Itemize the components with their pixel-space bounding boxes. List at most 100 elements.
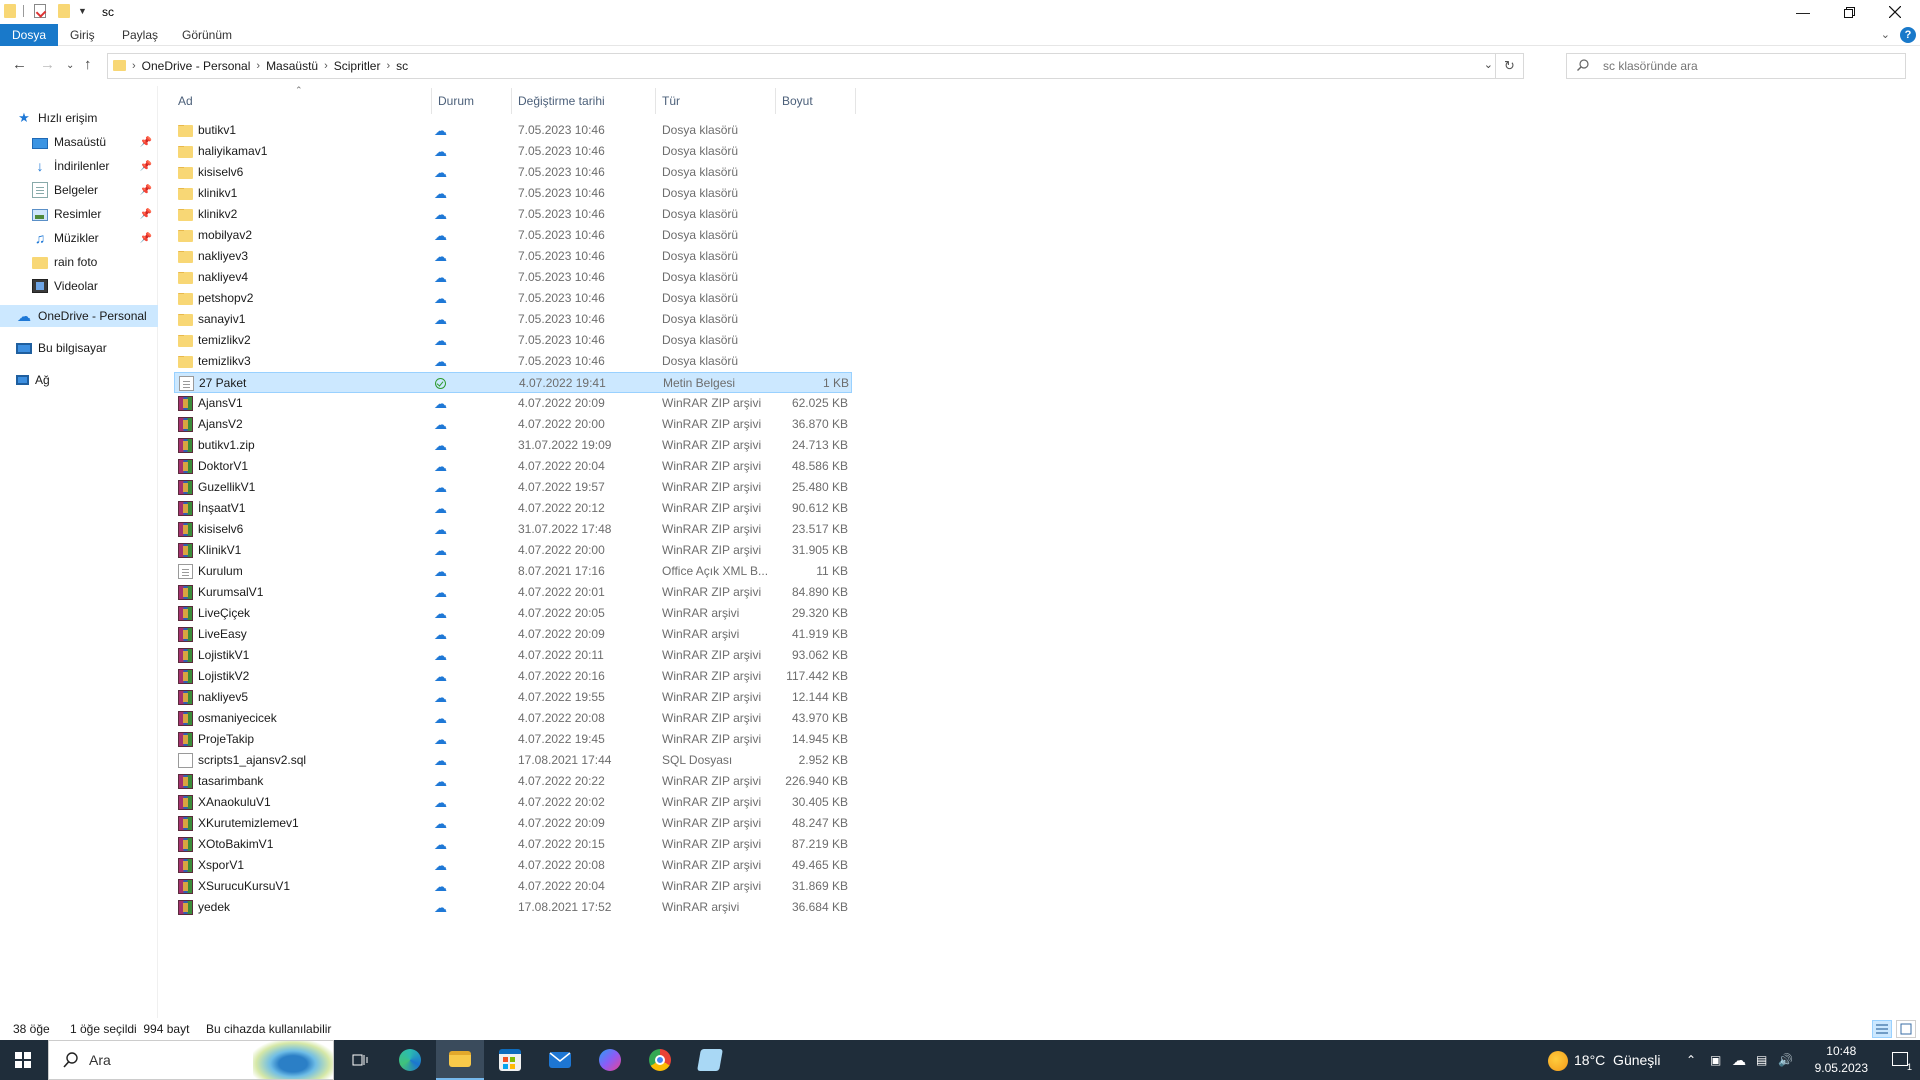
sidebar-item-pictures[interactable]: Resimler 📌 bbox=[0, 203, 158, 225]
weather-widget[interactable]: 18°C Güneşli bbox=[1548, 1040, 1661, 1080]
file-name[interactable]: nakliyev5 bbox=[198, 687, 428, 708]
sidebar-item-documents[interactable]: Belgeler 📌 bbox=[0, 179, 158, 201]
new-folder-icon[interactable] bbox=[58, 4, 70, 18]
file-name[interactable]: temizlikv2 bbox=[198, 330, 428, 351]
sidebar-item-this-pc[interactable]: Bu bilgisayar bbox=[0, 337, 158, 359]
table-row[interactable]: mobilyav2 ☁ 7.05.2023 10:46 Dosya klasörü bbox=[174, 225, 852, 246]
file-name[interactable]: LojistikV1 bbox=[198, 645, 428, 666]
up-button[interactable]: ↑ bbox=[84, 56, 92, 73]
file-name[interactable]: LojistikV2 bbox=[198, 666, 428, 687]
chrome-button[interactable] bbox=[636, 1040, 684, 1080]
file-name[interactable]: kisiselv6 bbox=[198, 519, 428, 540]
file-name[interactable]: XAnaokuluV1 bbox=[198, 792, 428, 813]
table-row[interactable]: AjansV1 ☁ 4.07.2022 20:09 WinRAR ZIP arşivi… bbox=[174, 393, 852, 414]
file-name[interactable]: haliyikamav1 bbox=[198, 141, 428, 162]
details-view-button[interactable] bbox=[1872, 1020, 1892, 1038]
customize-toolbar-chevron-icon[interactable]: ▼ bbox=[78, 6, 87, 16]
close-button[interactable] bbox=[1872, 0, 1918, 24]
sidebar-item-videos[interactable]: Videolar bbox=[0, 275, 158, 297]
file-name[interactable]: scripts1_ajansv2.sql bbox=[198, 750, 428, 771]
table-row[interactable]: klinikv2 ☁ 7.05.2023 10:46 Dosya klasörü bbox=[174, 204, 852, 225]
file-name[interactable]: ProjeTakip bbox=[198, 729, 428, 750]
restore-button[interactable] bbox=[1826, 0, 1872, 24]
file-explorer-button[interactable] bbox=[436, 1040, 484, 1080]
file-name[interactable]: 27 Paket bbox=[199, 373, 429, 394]
sidebar-item-music[interactable]: ♫ Müzikler 📌 bbox=[0, 227, 158, 249]
table-row[interactable]: yedek ☁ 17.08.2021 17:52 WinRAR arşivi 36.68… bbox=[174, 897, 852, 918]
pin-icon[interactable]: 📌 bbox=[140, 137, 152, 148]
table-row[interactable]: nakliyev5 ☁ 4.07.2022 19:55 WinRAR ZIP arşi… bbox=[174, 687, 852, 708]
sidebar-item-quick-access[interactable]: ★ Hızlı erişim bbox=[0, 107, 158, 129]
search-box[interactable] bbox=[1566, 53, 1906, 79]
file-name[interactable]: XsporV1 bbox=[198, 855, 428, 876]
copilot-button[interactable] bbox=[586, 1040, 634, 1080]
taskbar-search[interactable]: Ara bbox=[48, 1040, 334, 1080]
file-name[interactable]: AjansV1 bbox=[198, 393, 428, 414]
table-row[interactable]: XSurucuKursuV1 ☁ 4.07.2022 20:04 WinRAR ZIP… bbox=[174, 876, 852, 897]
table-row[interactable]: İnşaatV1 ☁ 4.07.2022 20:12 WinRAR ZIP arşiv… bbox=[174, 498, 852, 519]
table-row[interactable]: haliyikamav1 ☁ 7.05.2023 10:46 Dosya klasör… bbox=[174, 141, 852, 162]
file-name[interactable]: sanayiv1 bbox=[198, 309, 428, 330]
table-row[interactable]: XOtoBakimV1 ☁ 4.07.2022 20:15 WinRAR ZIP ar… bbox=[174, 834, 852, 855]
file-name[interactable]: yedek bbox=[198, 897, 428, 918]
table-row[interactable]: kisiselv6 ☁ 31.07.2022 17:48 WinRAR ZIP arş… bbox=[174, 519, 852, 540]
notification-center-icon[interactable] bbox=[1892, 1052, 1908, 1066]
table-row[interactable]: butikv1 ☁ 7.05.2023 10:46 Dosya klasörü bbox=[174, 120, 852, 141]
meet-now-icon[interactable]: ▣ bbox=[1710, 1040, 1721, 1080]
store-button[interactable] bbox=[486, 1040, 534, 1080]
breadcrumb-sc[interactable]: sc bbox=[390, 59, 414, 73]
table-row[interactable]: tasarimbank ☁ 4.07.2022 20:22 WinRAR ZIP ar… bbox=[174, 771, 852, 792]
sidebar-item-network[interactable]: Ağ bbox=[0, 369, 158, 391]
file-name[interactable]: osmaniyecicek bbox=[198, 708, 428, 729]
start-button[interactable] bbox=[0, 1040, 46, 1080]
table-row[interactable]: temizlikv3 ☁ 7.05.2023 10:46 Dosya klasörü bbox=[174, 351, 852, 372]
file-name[interactable]: temizlikv3 bbox=[198, 351, 428, 372]
table-row[interactable]: klinikv1 ☁ 7.05.2023 10:46 Dosya klasörü bbox=[174, 183, 852, 204]
table-row[interactable]: sanayiv1 ☁ 7.05.2023 10:46 Dosya klasörü bbox=[174, 309, 852, 330]
file-name[interactable]: nakliyev4 bbox=[198, 267, 428, 288]
table-row[interactable]: butikv1.zip ☁ 31.07.2022 19:09 WinRAR ZIP a… bbox=[174, 435, 852, 456]
column-header-modified[interactable]: Değiştirme tarihi bbox=[512, 88, 656, 114]
table-row[interactable]: DoktorV1 ☁ 4.07.2022 20:04 WinRAR ZIP arşiv… bbox=[174, 456, 852, 477]
table-row[interactable]: scripts1_ajansv2.sql ☁ 17.08.2021 17:44 SQL… bbox=[174, 750, 852, 771]
breadcrumb-desktop[interactable]: Masaüstü bbox=[260, 59, 324, 73]
pin-icon[interactable]: 📌 bbox=[140, 185, 152, 196]
tab-file[interactable]: Dosya bbox=[0, 24, 59, 46]
file-name[interactable]: AjansV2 bbox=[198, 414, 428, 435]
file-name[interactable]: nakliyev3 bbox=[198, 246, 428, 267]
help-icon[interactable]: ? bbox=[1900, 27, 1916, 43]
task-view-button[interactable] bbox=[336, 1040, 384, 1080]
sidebar-item-downloads[interactable]: ↓ İndirilenler 📌 bbox=[0, 155, 158, 177]
network-tray-icon[interactable]: ▤ bbox=[1756, 1040, 1767, 1080]
file-name[interactable]: klinikv1 bbox=[198, 183, 428, 204]
show-hidden-icons-chevron-icon[interactable]: ⌃ bbox=[1686, 1040, 1696, 1080]
table-row[interactable]: AjansV2 ☁ 4.07.2022 20:00 WinRAR ZIP arşivi… bbox=[174, 414, 852, 435]
address-history-chevron-icon[interactable]: ⌄ bbox=[1484, 58, 1493, 71]
table-row[interactable]: Kurulum ☁ 8.07.2021 17:16 Office Açık XML B… bbox=[174, 561, 852, 582]
file-name[interactable]: Kurulum bbox=[198, 561, 428, 582]
table-row[interactable]: osmaniyecicek ☁ 4.07.2022 20:08 WinRAR ZIP … bbox=[174, 708, 852, 729]
file-name[interactable]: butikv1.zip bbox=[198, 435, 428, 456]
table-row[interactable]: KlinikV1 ☁ 4.07.2022 20:00 WinRAR ZIP arşiv… bbox=[174, 540, 852, 561]
large-icons-view-button[interactable] bbox=[1896, 1020, 1916, 1038]
pin-icon[interactable]: 📌 bbox=[140, 209, 152, 220]
column-header-size[interactable]: Boyut bbox=[776, 88, 856, 114]
forward-button[interactable]: → bbox=[40, 56, 55, 73]
tab-home[interactable]: Giriş bbox=[58, 24, 107, 46]
file-name[interactable]: kisiselv6 bbox=[198, 162, 428, 183]
expand-ribbon-chevron-icon[interactable]: ⌄ bbox=[1881, 28, 1890, 41]
file-name[interactable]: XSurucuKursuV1 bbox=[198, 876, 428, 897]
column-header-name[interactable]: Ad bbox=[172, 88, 432, 114]
onedrive-tray-icon[interactable]: ☁ bbox=[1732, 1040, 1746, 1080]
search-input[interactable] bbox=[1603, 59, 1893, 73]
file-name[interactable]: LiveEasy bbox=[198, 624, 428, 645]
table-row[interactable]: KurumsalV1 ☁ 4.07.2022 20:01 WinRAR ZIP arş… bbox=[174, 582, 852, 603]
table-row[interactable]: XAnaokuluV1 ☁ 4.07.2022 20:02 WinRAR ZIP ar… bbox=[174, 792, 852, 813]
table-row[interactable]: nakliyev4 ☁ 7.05.2023 10:46 Dosya klasörü bbox=[174, 267, 852, 288]
table-row[interactable]: petshopv2 ☁ 7.05.2023 10:46 Dosya klasörü bbox=[174, 288, 852, 309]
recent-locations-chevron-icon[interactable]: ⌄ bbox=[66, 60, 74, 71]
sidebar-item-rain-foto[interactable]: rain foto bbox=[0, 251, 158, 273]
breadcrumb-onedrive[interactable]: OneDrive - Personal bbox=[136, 59, 257, 73]
file-name[interactable]: GuzellikV1 bbox=[198, 477, 428, 498]
table-row[interactable]: XsporV1 ☁ 4.07.2022 20:08 WinRAR ZIP arşivi… bbox=[174, 855, 852, 876]
